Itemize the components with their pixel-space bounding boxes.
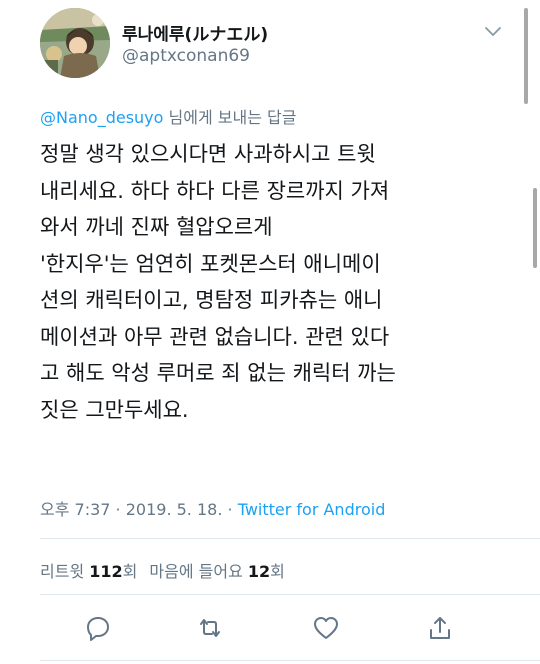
like-stat[interactable]: 마음에 들어요 12회	[149, 562, 285, 581]
tweet-date[interactable]: 2019. 5. 18.	[126, 500, 223, 519]
reply-suffix: 님에게 보내는 답글	[163, 108, 297, 127]
like-count: 12	[247, 562, 271, 581]
tweet-stats: 리트윗 112회 마음에 들어요 12회	[40, 558, 285, 582]
tweet-line: 내리세요. 하다 하다 다른 장르까지 가져	[40, 178, 390, 203]
meta-separator: ·	[222, 500, 238, 519]
retweet-stat-unit: 회	[122, 562, 138, 581]
user-handle[interactable]: @aptxconan69	[122, 46, 250, 66]
tweet-line: '한지우'는 엄연히 포켓몬스터 애니메이	[40, 251, 381, 276]
display-name[interactable]: 루나에루(ルナエル)	[122, 20, 268, 45]
like-stat-unit: 회	[270, 562, 285, 581]
divider	[40, 594, 540, 595]
tweet-line: 정말 생각 있으시다면 사과하시고 트윗	[40, 142, 376, 166]
reply-icon[interactable]	[84, 614, 112, 642]
tweet-time[interactable]: 오후 7:37	[40, 500, 110, 519]
reply-mention-link[interactable]: @Nano_desuyo	[40, 108, 163, 127]
tweet-actions	[40, 612, 510, 646]
retweet-stat-label: 리트윗	[40, 562, 90, 581]
avatar-image	[40, 8, 110, 78]
chevron-down-icon[interactable]	[484, 24, 502, 38]
scrollbar[interactable]	[520, 0, 540, 664]
avatar[interactable]	[40, 8, 110, 78]
scrollbar-thumb[interactable]	[524, 8, 528, 104]
retweet-icon[interactable]	[196, 614, 224, 642]
tweet-line: 와서 까네 진짜 혈압오르게	[40, 215, 273, 239]
divider	[40, 538, 540, 539]
like-stat-label: 마음에 들어요	[149, 562, 248, 581]
share-icon[interactable]	[426, 614, 454, 642]
tweet-line: 고 해도 악성 루머로 죄 없는 캐릭터 까는	[40, 361, 396, 385]
tweet-line: 메이션과 아무 관련 없습니다. 관련 있다	[40, 324, 390, 349]
tweet-text: 정말 생각 있으시다면 사과하시고 트윗 내리세요. 하다 하다 다른 장르까지…	[40, 136, 510, 428]
reply-context: @Nano_desuyo 님에게 보내는 답글	[40, 104, 296, 128]
tweet-source-link[interactable]: Twitter for Android	[238, 500, 386, 519]
tweet-meta: 오후 7:37 · 2019. 5. 18. · Twitter for And…	[40, 496, 385, 520]
retweet-count: 112	[89, 562, 123, 581]
tweet-line: 션의 캐릭터이고, 명탐정 피카츄는 애니	[40, 288, 383, 312]
scrollbar-thumb[interactable]	[533, 188, 537, 268]
divider	[40, 660, 540, 661]
retweet-stat[interactable]: 리트윗 112회	[40, 562, 137, 581]
tweet-detail-page: 루나에루(ルナエル) @aptxconan69 @Nano_desuyo 님에게…	[0, 0, 540, 664]
tweet-header: 루나에루(ルナエル) @aptxconan69	[40, 8, 510, 82]
meta-separator: ·	[110, 500, 126, 519]
tweet-line: 짓은 그만두세요.	[40, 397, 189, 422]
like-icon[interactable]	[312, 614, 340, 642]
